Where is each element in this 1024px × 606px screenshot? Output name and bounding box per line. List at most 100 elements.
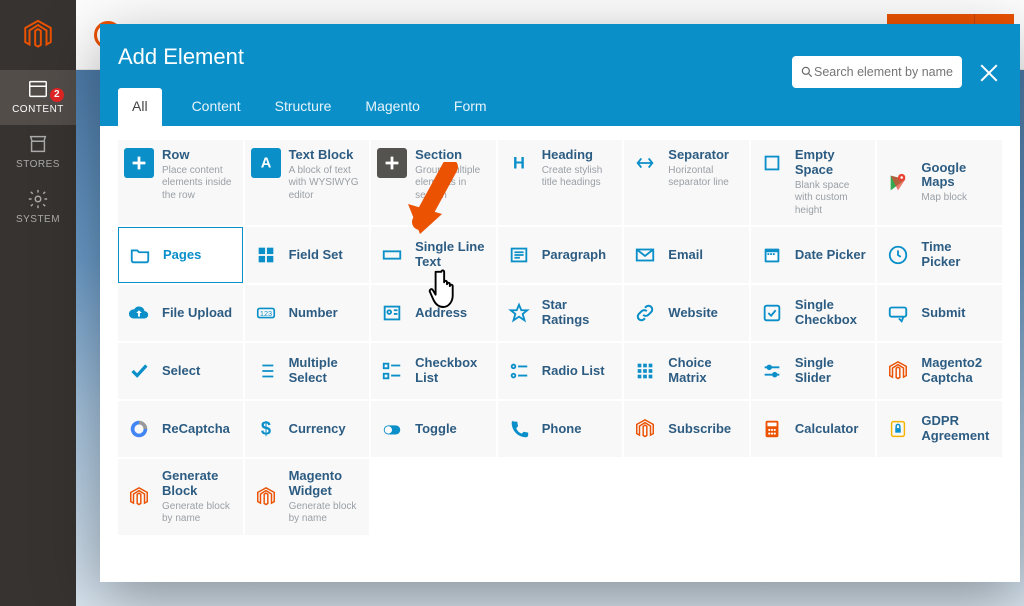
lock-icon — [883, 414, 913, 444]
letter-a-icon: A — [251, 148, 281, 178]
element-label: Google Maps — [921, 161, 994, 191]
element-section[interactable]: Section Group multiple elements in sectio… — [371, 140, 496, 225]
element-checkbox-list[interactable]: Checkbox List — [371, 343, 496, 399]
element-magento-widget[interactable]: Magento WidgetGenerate block by name — [245, 459, 370, 535]
element-magento-captcha[interactable]: Magento2 Captcha — [877, 343, 1002, 399]
element-label: Choice Matrix — [668, 356, 741, 386]
element-google-maps[interactable]: Google MapsMap block — [877, 140, 1002, 225]
element-label: Star Ratings — [542, 298, 615, 328]
element-currency[interactable]: $ Currency — [245, 401, 370, 457]
element-email[interactable]: Email — [624, 227, 749, 283]
element-desc: Generate block by name — [162, 501, 235, 526]
element-website[interactable]: Website — [624, 285, 749, 341]
sidebar-item-system[interactable]: SYSTEM — [0, 180, 76, 235]
magento-icon — [251, 482, 281, 512]
element-submit[interactable]: Submit — [877, 285, 1002, 341]
element-field-set[interactable]: Field Set — [245, 227, 370, 283]
element-single-checkbox[interactable]: Single Checkbox — [751, 285, 876, 341]
sidebar-item-content[interactable]: CONTENT 2 — [0, 70, 76, 125]
element-phone[interactable]: Phone — [498, 401, 623, 457]
element-toggle[interactable]: Toggle — [371, 401, 496, 457]
folder-icon — [125, 240, 155, 270]
element-paragraph[interactable]: Paragraph — [498, 227, 623, 283]
element-recaptcha[interactable]: ReCaptcha — [118, 401, 243, 457]
element-label: Paragraph — [542, 248, 615, 263]
element-date-picker[interactable]: Date Picker — [751, 227, 876, 283]
close-icon[interactable] — [978, 62, 1000, 84]
magento-icon — [883, 356, 913, 386]
element-address[interactable]: Address — [371, 285, 496, 341]
element-gdpr-agreement[interactable]: GDPR Agreement — [877, 401, 1002, 457]
element-text-block[interactable]: A Text BlockA block of text with WYSIWYG… — [245, 140, 370, 225]
modal-header: Add Element All Content Structure Magent… — [100, 24, 1020, 126]
element-time-picker[interactable]: Time Picker — [877, 227, 1002, 283]
magento-icon — [630, 414, 660, 444]
tab-content[interactable]: Content — [188, 88, 245, 126]
recaptcha-icon — [124, 414, 154, 444]
textbox-icon — [377, 240, 407, 270]
element-desc: Horizontal separator line — [668, 165, 741, 190]
element-label: Calculator — [795, 422, 868, 437]
element-label: Text Block — [289, 148, 362, 163]
calendar-icon — [757, 240, 787, 270]
element-empty-space[interactable]: Empty SpaceBlank space with custom heigh… — [751, 140, 876, 225]
search-input-wrapper[interactable] — [792, 56, 962, 88]
search-input[interactable] — [814, 65, 954, 79]
element-label: Date Picker — [795, 248, 868, 263]
element-label: Pages — [163, 248, 234, 263]
element-label: Generate Block — [162, 469, 235, 499]
svg-text:123: 123 — [259, 309, 271, 318]
element-choice-matrix[interactable]: Choice Matrix — [624, 343, 749, 399]
element-subscribe[interactable]: Subscribe — [624, 401, 749, 457]
element-label: Website — [668, 306, 741, 321]
element-star-ratings[interactable]: Star Ratings — [498, 285, 623, 341]
radio-list-icon — [504, 356, 534, 386]
plus-icon — [124, 148, 154, 178]
magento-logo[interactable] — [0, 0, 76, 70]
address-icon — [377, 298, 407, 328]
element-number[interactable]: 123 Number — [245, 285, 370, 341]
tab-structure[interactable]: Structure — [271, 88, 336, 126]
element-label: Number — [289, 306, 362, 321]
element-single-slider[interactable]: Single Slider — [751, 343, 876, 399]
element-label: Currency — [289, 422, 362, 437]
element-generate-block[interactable]: Generate BlockGenerate block by name — [118, 459, 243, 535]
element-label: Radio List — [542, 364, 615, 379]
element-select[interactable]: Select — [118, 343, 243, 399]
submit-icon — [883, 298, 913, 328]
element-label: Single Line Text — [415, 240, 488, 270]
element-label: Address — [415, 306, 488, 321]
modal-body: RowPlace content elements inside the row… — [100, 126, 1020, 582]
element-label: Row — [162, 148, 235, 163]
element-multiple-select[interactable]: Multiple Select — [245, 343, 370, 399]
sidebar-label: CONTENT — [12, 104, 64, 115]
admin-sidebar: CONTENT 2 STORES SYSTEM — [0, 0, 76, 606]
dollar-icon: $ — [251, 414, 281, 444]
element-label: Section — [415, 148, 488, 163]
svg-text:$: $ — [260, 418, 270, 439]
tab-all[interactable]: All — [118, 88, 162, 126]
element-label: Time Picker — [921, 240, 994, 270]
element-separator[interactable]: Separator Horizontal separator line — [624, 140, 749, 225]
toggle-icon — [377, 414, 407, 444]
element-heading[interactable]: H HeadingCreate stylish title headings — [498, 140, 623, 225]
grid-icon — [251, 240, 281, 270]
element-row[interactable]: RowPlace content elements inside the row — [118, 140, 243, 225]
sidebar-item-stores[interactable]: STORES — [0, 125, 76, 180]
element-pages[interactable]: Pages — [118, 227, 243, 283]
link-icon — [630, 298, 660, 328]
element-radio-list[interactable]: Radio List — [498, 343, 623, 399]
slider-icon — [757, 356, 787, 386]
tab-magento[interactable]: Magento — [361, 88, 423, 126]
element-single-line-text[interactable]: Single Line Text — [371, 227, 496, 283]
element-label: Separator — [668, 148, 741, 163]
element-calculator[interactable]: Calculator — [751, 401, 876, 457]
tab-form[interactable]: Form — [450, 88, 491, 126]
element-desc: Group multiple elements in section — [415, 165, 488, 203]
search-icon — [800, 65, 814, 79]
element-label: Magento2 Captcha — [921, 356, 994, 386]
magento-icon — [124, 482, 154, 512]
star-icon — [504, 298, 534, 328]
element-file-upload[interactable]: File Upload — [118, 285, 243, 341]
element-label: Heading — [542, 148, 615, 163]
